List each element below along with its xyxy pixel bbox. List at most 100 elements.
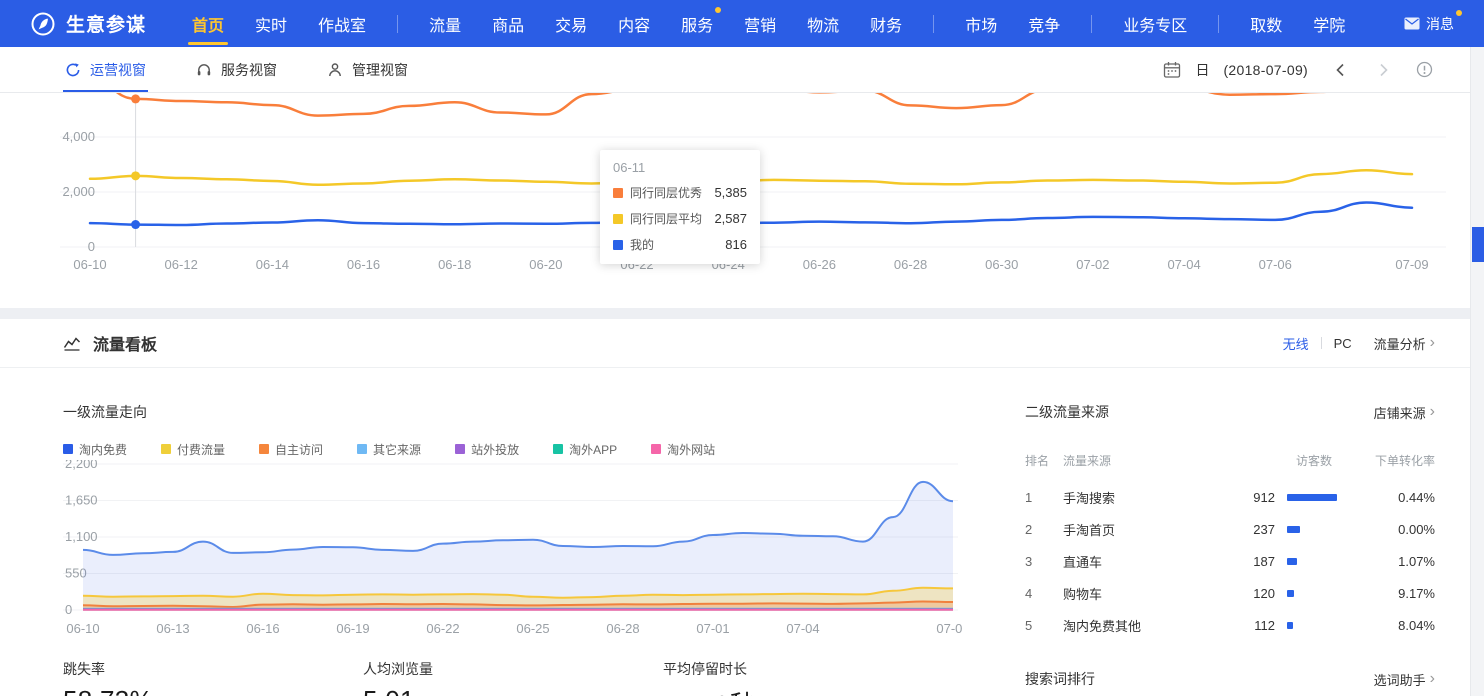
date-value[interactable]: (2018-07-09)	[1223, 62, 1308, 78]
nav-trade[interactable]: 交易	[555, 0, 587, 47]
nav-traffic[interactable]: 流量	[429, 0, 461, 47]
table-row[interactable]: 4 购物车 120 9.17%	[1025, 577, 1435, 609]
app-logo-icon	[30, 11, 56, 37]
tooltip-row: 同行同层优秀 5,385	[613, 184, 747, 201]
nav-realtime[interactable]: 实时	[255, 0, 287, 47]
legend-item[interactable]: 其它来源	[357, 441, 421, 458]
secondary-traffic-section: 二级流量来源 店铺来源 › 排名 流量来源 访客数 下单转化率 1 手淘搜索 9…	[1025, 402, 1435, 689]
svg-text:2,200: 2,200	[65, 460, 98, 471]
next-date-button[interactable]	[1378, 62, 1390, 78]
traffic-analysis-link[interactable]: 流量分析 ›	[1374, 334, 1435, 353]
legend-item[interactable]: 付费流量	[161, 441, 225, 458]
svg-text:06-13: 06-13	[156, 621, 189, 636]
visitors-bar	[1287, 558, 1297, 565]
svg-text:06-16: 06-16	[246, 621, 279, 636]
svg-text:06-12: 06-12	[165, 257, 198, 272]
main-menu: 首页 实时 作战室 流量 商品 交易 内容 服务 营销 物流 财务 市场 竞争 …	[192, 0, 1345, 47]
svg-text:06-26: 06-26	[803, 257, 836, 272]
legend-swatch	[161, 444, 171, 454]
nav-message[interactable]: 消息	[1404, 14, 1462, 34]
tab-management-view[interactable]: 管理视窗	[327, 47, 408, 92]
svg-text:07-02: 07-02	[1076, 257, 1109, 272]
svg-text:06-18: 06-18	[438, 257, 471, 272]
legend-item[interactable]: 站外投放	[455, 441, 519, 458]
svg-text:2,000: 2,000	[62, 184, 95, 199]
person-icon	[327, 62, 343, 78]
svg-text:0: 0	[88, 239, 95, 254]
visitors-bar	[1287, 494, 1337, 501]
nav-divider	[1091, 15, 1092, 33]
visitors-bar	[1287, 526, 1300, 533]
table-row[interactable]: 5 淘内免费其他 112 8.04%	[1025, 609, 1435, 641]
calendar-icon[interactable]	[1163, 61, 1181, 79]
nav-market[interactable]: 市场	[965, 0, 997, 47]
svg-text:07-04: 07-04	[786, 621, 819, 636]
table-header: 排名 流量来源 访客数 下单转化率	[1025, 452, 1435, 469]
view-tabbar: 运营视窗 服务视窗 管理视窗	[0, 47, 1484, 93]
nav-academy[interactable]: 学院	[1313, 0, 1345, 47]
nav-goods[interactable]: 商品	[492, 0, 524, 47]
chevron-right-icon: ›	[1430, 404, 1435, 420]
info-icon[interactable]	[1416, 61, 1433, 78]
svg-text:06-28: 06-28	[606, 621, 639, 636]
svg-text:06-16: 06-16	[347, 257, 380, 272]
svg-text:06-14: 06-14	[256, 257, 289, 272]
svg-text:1,650: 1,650	[65, 493, 98, 508]
legend-item[interactable]: 自主访问	[259, 441, 323, 458]
word-helper-link[interactable]: 选词助手 ›	[1374, 670, 1435, 689]
tooltip-row: 我的 816	[613, 236, 747, 253]
nav-content[interactable]: 内容	[618, 0, 650, 47]
nav-compete[interactable]: 竞争	[1028, 0, 1060, 47]
svg-text:06-30: 06-30	[985, 257, 1018, 272]
tab-operations-view[interactable]: 运营视窗	[65, 47, 146, 92]
table-row[interactable]: 1 手淘搜索 912 0.44%	[1025, 481, 1435, 513]
shop-source-link[interactable]: 店铺来源 ›	[1374, 403, 1435, 422]
chart-legend: 淘内免费 付费流量 自主访问 其它来源 站外投放 淘外APP 淘外网站	[63, 442, 963, 456]
nav-fetch-data[interactable]: 取数	[1250, 0, 1282, 47]
tab-service-view[interactable]: 服务视窗	[196, 47, 277, 92]
table-row[interactable]: 2 手淘首页 237 0.00%	[1025, 513, 1435, 545]
nav-business-zone[interactable]: 业务专区	[1123, 0, 1187, 47]
headset-icon	[196, 62, 212, 78]
traffic-source-table: 1 手淘搜索 912 0.44% 2 手淘首页 237 0.00% 3 直通车 …	[1025, 481, 1435, 641]
legend-item[interactable]: 淘内免费	[63, 441, 127, 458]
svg-text:06-22: 06-22	[426, 621, 459, 636]
series-swatch	[613, 188, 623, 198]
nav-finance[interactable]: 财务	[870, 0, 902, 47]
search-rank-title: 搜索词排行	[1025, 669, 1095, 689]
chart-tooltip: 06-11 同行同层优秀 5,385 同行同层平均 2,587 我的 816	[600, 150, 760, 264]
brand-name: 生意参谋	[66, 10, 146, 37]
nav-service[interactable]: 服务	[681, 0, 713, 47]
primary-traffic-section: 一级流量走向 淘内免费 付费流量 自主访问 其它来源 站外投放 淘外APP 淘外…	[63, 402, 963, 696]
legend-item[interactable]: 淘外网站	[651, 441, 715, 458]
nav-war-room[interactable]: 作战室	[318, 0, 366, 47]
visitors-bar	[1287, 622, 1293, 629]
board-header: 流量看板 无线 PC 流量分析 ›	[0, 319, 1470, 368]
divider	[1321, 337, 1322, 349]
date-granularity[interactable]: 日	[1195, 60, 1209, 80]
nav-home[interactable]: 首页	[192, 0, 224, 47]
toggle-pc[interactable]: PC	[1334, 336, 1352, 351]
tooltip-row: 同行同层平均 2,587	[613, 210, 747, 227]
brand[interactable]: 生意参谋	[30, 10, 146, 37]
page-scrollbar-thumb[interactable]	[1472, 227, 1484, 262]
nav-logistics[interactable]: 物流	[807, 0, 839, 47]
date-controls: 日 (2018-07-09)	[1163, 60, 1433, 80]
chevron-right-icon: ›	[1430, 671, 1435, 687]
prev-date-button[interactable]	[1334, 62, 1346, 78]
table-row[interactable]: 3 直通车 187 1.07%	[1025, 545, 1435, 577]
nav-marketing[interactable]: 营销	[744, 0, 776, 47]
primary-traffic-chart[interactable]: 05501,1001,6502,20006-1006-1306-1606-190…	[63, 460, 963, 640]
page-scrollbar-track[interactable]	[1470, 47, 1484, 696]
traffic-metrics: 跳失率 58.73% 人均浏览量 5.01 平均停留时长 17.48秒	[63, 659, 963, 696]
notification-dot	[715, 7, 721, 13]
svg-text:0: 0	[65, 602, 72, 617]
toggle-wireless[interactable]: 无线	[1283, 334, 1309, 353]
svg-text:07-01: 07-01	[696, 621, 729, 636]
svg-text:06-10: 06-10	[73, 257, 106, 272]
svg-text:06-10: 06-10	[66, 621, 99, 636]
tooltip-date: 06-11	[613, 160, 747, 175]
legend-swatch	[455, 444, 465, 454]
board-title: 流量看板	[93, 331, 157, 355]
legend-item[interactable]: 淘外APP	[553, 441, 617, 458]
